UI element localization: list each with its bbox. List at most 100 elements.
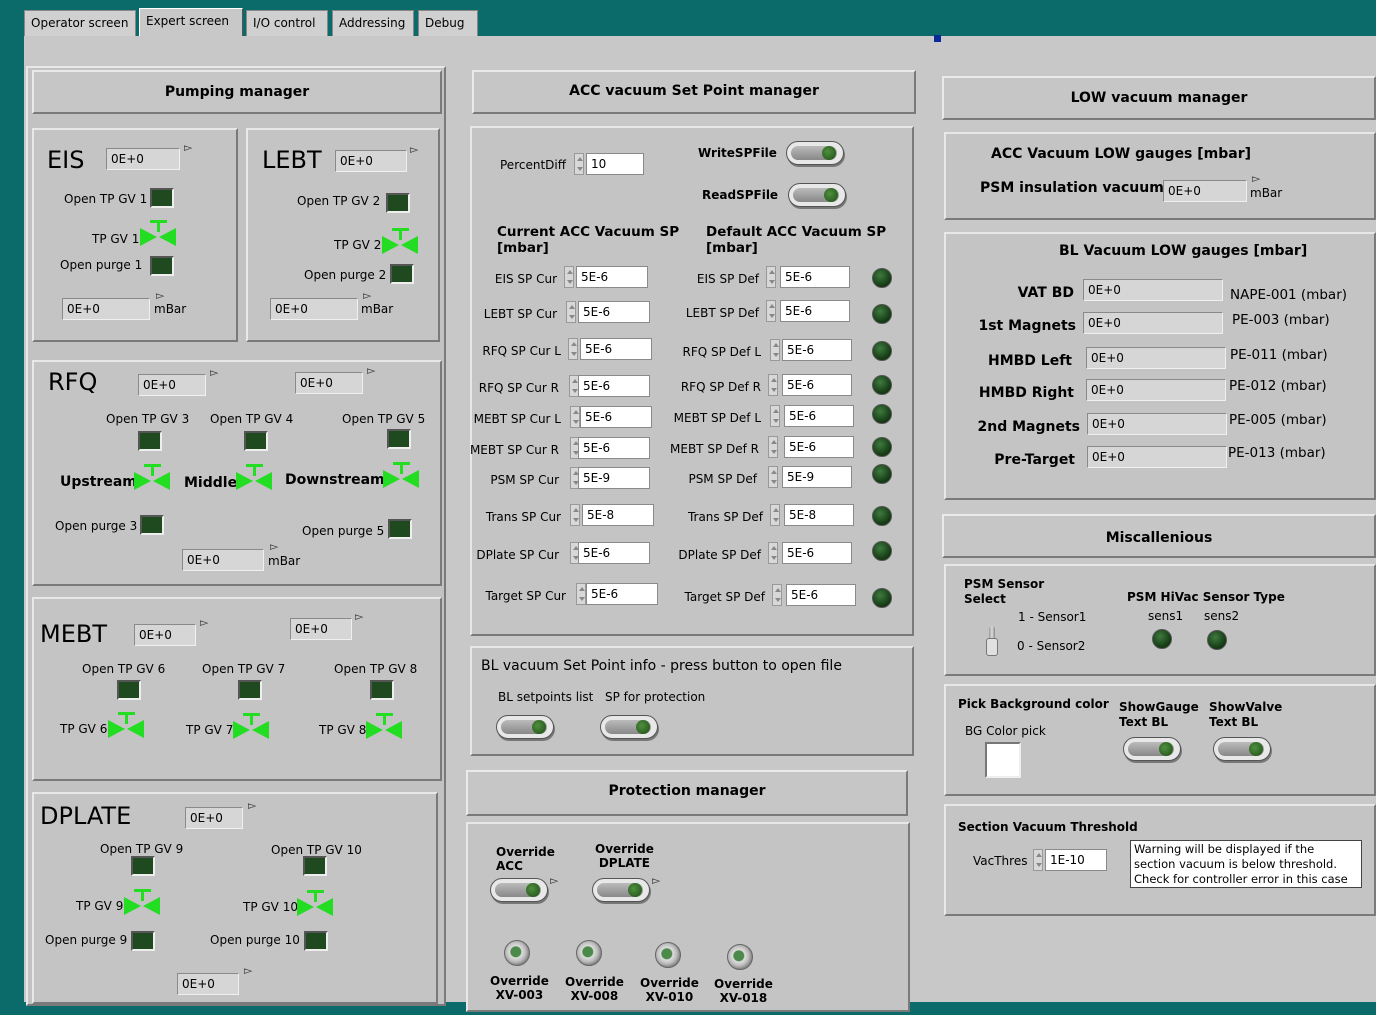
mebt-open-gv8-button[interactable] xyxy=(370,680,394,700)
dplate-open-gv9-button[interactable] xyxy=(131,856,155,876)
rfq-pressure-unit: mBar xyxy=(268,554,301,568)
sens2-led xyxy=(1207,630,1227,650)
rfq-open-gv4-button[interactable] xyxy=(244,431,268,451)
sp-def-input[interactable]: 5E-6 xyxy=(782,542,852,564)
sp-cur-input[interactable]: 5E-6 xyxy=(578,437,650,459)
sp-def-spinner[interactable] xyxy=(766,266,776,288)
sp-cur-spinner[interactable] xyxy=(564,266,574,288)
percentdiff-input[interactable]: 10 xyxy=(586,153,644,175)
sp-status-led xyxy=(872,541,892,561)
threshold-warning-note: Warning will be displayed if the section… xyxy=(1130,840,1362,888)
percentdiff-spinner[interactable] xyxy=(574,153,584,175)
sp-for-protection-button[interactable] xyxy=(600,715,658,739)
sp-def-input[interactable]: 5E-6 xyxy=(784,436,854,458)
sp-cur-input[interactable]: 5E-6 xyxy=(578,375,650,397)
lebt-open-gv-button[interactable] xyxy=(386,193,410,213)
sp-cur-input[interactable]: 5E-8 xyxy=(582,504,654,526)
sp-def-spinner[interactable] xyxy=(770,504,780,526)
vacthres-spinner[interactable] xyxy=(1033,849,1043,871)
sens2-label: sens2 xyxy=(1204,609,1240,623)
sp-def-spinner[interactable] xyxy=(768,466,778,488)
eis-open-purge-button[interactable] xyxy=(150,256,174,276)
sp-cur-spinner[interactable] xyxy=(570,406,580,428)
sp-status-led xyxy=(872,341,892,361)
sp-def-input[interactable]: 5E-6 xyxy=(780,266,850,288)
sp-cur-spinner[interactable] xyxy=(576,583,586,605)
override-xv008-button[interactable] xyxy=(576,940,602,966)
tab-expert-screen[interactable]: Expert screen xyxy=(139,8,243,39)
vacthres-input[interactable]: 1E-10 xyxy=(1045,849,1107,871)
rfq-open-purge5-label: Open purge 5 xyxy=(302,524,385,538)
override-acc-button[interactable] xyxy=(490,878,548,902)
dplate-open-purge10-label: Open purge 10 xyxy=(210,933,300,947)
sp-cur-label: Target SP Cur xyxy=(485,589,566,603)
eis-value: 0E+0 xyxy=(106,148,180,170)
dplate-pressure: 0E+0 xyxy=(177,973,239,995)
mebt-flag-1-icon: ▻ xyxy=(200,616,209,629)
lebt-open-gv-label: Open TP GV 2 xyxy=(297,194,381,208)
sp-cur-spinner[interactable] xyxy=(570,504,580,526)
lebt-value: 0E+0 xyxy=(335,150,407,172)
rfq-open-gv3-label: Open TP GV 3 xyxy=(106,412,190,426)
override-xv010-button[interactable] xyxy=(655,942,681,968)
rfq-open-gv4-label: Open TP GV 4 xyxy=(210,412,294,426)
tab-operator-screen[interactable]: Operator screen xyxy=(24,10,136,36)
sp-def-spinner[interactable] xyxy=(770,405,780,427)
protection-manager-title: Protection manager xyxy=(466,770,908,816)
sp-def-input[interactable]: 5E-6 xyxy=(784,405,854,427)
rfq-open-purge5-button[interactable] xyxy=(388,519,412,539)
sp-def-input[interactable]: 5E-6 xyxy=(782,374,852,396)
bg-color-picker[interactable] xyxy=(985,742,1021,778)
sp-cur-input[interactable]: 5E-6 xyxy=(580,406,652,428)
bl-setpoints-list-button[interactable] xyxy=(496,715,554,739)
sp-def-spinner[interactable] xyxy=(768,436,778,458)
show-valve-label: ShowValve Text BL xyxy=(1209,700,1283,729)
override-dplate-button[interactable] xyxy=(592,878,650,902)
tab-addressing[interactable]: Addressing xyxy=(332,10,414,36)
lebt-open-purge-button[interactable] xyxy=(390,264,414,284)
psm-sensor-toggle[interactable] xyxy=(986,626,998,656)
sp-cur-input[interactable]: 5E-6 xyxy=(576,266,648,288)
dplate-open-purge10-button[interactable] xyxy=(304,931,328,951)
mebt-open-gv7-button[interactable] xyxy=(238,680,262,700)
override-xv003-label: Override XV-003 xyxy=(490,974,549,1002)
tab-debug[interactable]: Debug xyxy=(418,10,478,36)
gauge-tag: PE-011 (mbar) xyxy=(1230,347,1328,363)
sp-cur-input[interactable]: 5E-6 xyxy=(580,338,652,360)
show-valve-button[interactable] xyxy=(1213,737,1271,761)
rfq-downstream-valve-icon xyxy=(383,462,419,488)
sp-def-input[interactable]: 5E-9 xyxy=(782,466,852,488)
show-gauge-button[interactable] xyxy=(1123,737,1181,761)
sp-def-input[interactable]: 5E-6 xyxy=(782,339,852,361)
sp-cur-input[interactable]: 5E-9 xyxy=(578,467,650,489)
sp-cur-input[interactable]: 5E-6 xyxy=(586,583,658,605)
dplate-open-gv10-button[interactable] xyxy=(303,856,327,876)
sp-def-spinner[interactable] xyxy=(770,339,780,361)
sp-cur-spinner[interactable] xyxy=(566,301,576,323)
override-xv018-button[interactable] xyxy=(727,944,753,970)
write-spfile-button[interactable] xyxy=(786,141,844,165)
eis-open-gv-button[interactable] xyxy=(150,188,174,208)
sp-def-input[interactable]: 5E-6 xyxy=(786,584,856,606)
sp-def-spinner[interactable] xyxy=(772,584,782,606)
sp-cur-input[interactable]: 5E-6 xyxy=(578,301,650,323)
sp-cur-label: RFQ SP Cur R xyxy=(478,381,559,395)
sp-def-spinner[interactable] xyxy=(766,300,776,322)
gauge-label: HMBD Left xyxy=(987,353,1072,369)
psm-sensor-select-label: PSM Sensor Select xyxy=(964,577,1045,606)
mebt-open-gv6-button[interactable] xyxy=(117,680,141,700)
sp-def-spinner[interactable] xyxy=(768,374,778,396)
sp-cur-input[interactable]: 5E-6 xyxy=(578,542,650,564)
sp-def-input[interactable]: 5E-6 xyxy=(780,300,850,322)
rfq-open-gv3-button[interactable] xyxy=(138,431,162,451)
sp-def-spinner[interactable] xyxy=(768,542,778,564)
sp-cur-spinner[interactable] xyxy=(568,338,578,360)
rfq-flag-1-icon: ▻ xyxy=(210,366,219,379)
rfq-open-gv5-button[interactable] xyxy=(387,429,411,449)
rfq-open-purge3-button[interactable] xyxy=(140,515,164,535)
read-spfile-button[interactable] xyxy=(788,183,846,207)
sp-def-input[interactable]: 5E-8 xyxy=(784,504,854,526)
override-xv003-button[interactable] xyxy=(504,940,530,966)
tab-io-control[interactable]: I/O control xyxy=(246,10,328,36)
dplate-open-purge9-button[interactable] xyxy=(131,931,155,951)
